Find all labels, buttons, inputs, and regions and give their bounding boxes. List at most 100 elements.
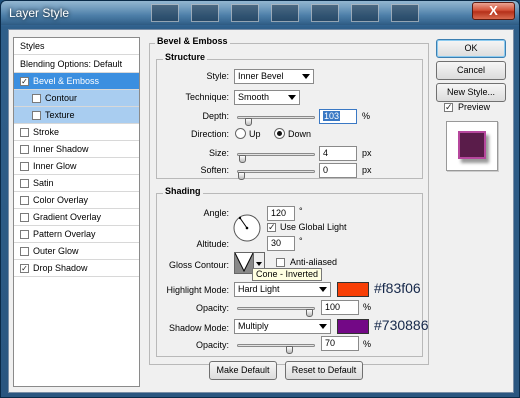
shadow-mode-label: Shadow Mode: — [168, 323, 229, 333]
highlight-opacity-slider-handle[interactable] — [306, 309, 313, 317]
window-title: Layer Style — [9, 6, 70, 20]
altitude-value: 30 — [271, 238, 282, 248]
styles-item-pattern-overlay[interactable]: Pattern Overlay — [14, 226, 139, 243]
styles-item-inner-glow[interactable]: Inner Glow — [14, 158, 139, 175]
size-label: Size: — [208, 148, 229, 158]
depth-input[interactable]: 103 — [319, 109, 357, 124]
altitude-unit: ° — [299, 236, 303, 246]
depth-value: 103 — [323, 111, 341, 121]
close-button[interactable]: X — [472, 2, 515, 20]
cancel-button[interactable]: Cancel — [436, 61, 506, 80]
style-checkbox[interactable] — [20, 247, 29, 256]
shadow-opacity-input[interactable]: 70 — [321, 336, 359, 351]
style-checkbox[interactable] — [20, 230, 29, 239]
styles-item-color-overlay[interactable]: Color Overlay — [14, 192, 139, 209]
angle-label: Angle: — [203, 208, 229, 218]
styles-item-texture[interactable]: Texture — [14, 107, 139, 124]
angle-input[interactable]: 120 — [267, 206, 295, 221]
shadow-mode-select[interactable]: Multiply — [234, 319, 331, 334]
preview-checkbox[interactable]: ✓ — [444, 103, 453, 112]
style-label: Style: — [206, 71, 229, 81]
direction-down-radio[interactable] — [274, 128, 285, 139]
style-checkbox[interactable] — [20, 128, 29, 137]
highlight-mode-select[interactable]: Hard Light — [234, 282, 331, 297]
ok-button[interactable]: OK — [436, 39, 506, 58]
cone-inverted-curve-icon — [234, 252, 254, 273]
style-checkbox[interactable] — [20, 213, 29, 222]
style-checkbox[interactable] — [20, 179, 29, 188]
style-checkbox[interactable]: ✓ — [20, 77, 29, 86]
gloss-contour-preview[interactable] — [234, 252, 254, 274]
reset-to-default-button[interactable]: Reset to Default — [285, 361, 363, 380]
styles-item-label: Gradient Overlay — [33, 212, 102, 222]
angle-value: 120 — [271, 208, 287, 218]
background-thumbnail-icon — [191, 4, 219, 22]
highlight-color-hex: #f83f06 — [374, 280, 421, 296]
preview-swatch — [458, 131, 486, 159]
preview-label: Preview — [458, 102, 491, 112]
chevron-down-icon — [319, 287, 327, 292]
styles-item-contour[interactable]: Contour — [14, 90, 139, 107]
soften-slider[interactable] — [237, 170, 315, 180]
structure-title: Structure — [163, 52, 208, 62]
use-global-light-checkbox[interactable]: ✓ — [267, 223, 276, 232]
highlight-opacity-slider[interactable] — [237, 307, 315, 317]
shadow-mode-value: Multiply — [238, 321, 269, 331]
altitude-input[interactable]: 30 — [267, 236, 295, 251]
direction-down-label: Down — [288, 129, 312, 139]
highlight-color-swatch[interactable] — [337, 282, 369, 297]
shadow-opacity-label: Opacity: — [195, 340, 229, 350]
title-bar[interactable]: Layer Style X — [1, 1, 519, 25]
styles-item-drop-shadow[interactable]: ✓ Drop Shadow — [14, 260, 139, 277]
styles-header[interactable]: Styles — [14, 38, 139, 55]
styles-item-outer-glow[interactable]: Outer Glow — [14, 243, 139, 260]
bevel-emboss-title: Bevel & Emboss — [155, 36, 230, 46]
styles-item-inner-shadow[interactable]: Inner Shadow — [14, 141, 139, 158]
gloss-contour-tooltip: Cone - Inverted — [252, 268, 323, 281]
angle-dial-icon[interactable] — [232, 213, 262, 243]
styles-item-bevel-emboss[interactable]: ✓ Bevel & Emboss — [14, 73, 139, 90]
style-checkbox[interactable] — [32, 94, 41, 103]
technique-select[interactable]: Smooth — [234, 90, 300, 105]
anti-aliased-label: Anti-aliased — [290, 257, 338, 267]
size-input[interactable]: 4 — [319, 146, 357, 161]
size-slider-handle[interactable] — [239, 155, 246, 163]
anti-aliased-checkbox[interactable] — [276, 258, 285, 267]
direction-up-label: Up — [249, 129, 261, 139]
style-checkbox[interactable]: ✓ — [20, 264, 29, 273]
soften-unit: px — [362, 165, 372, 175]
highlight-opacity-input[interactable]: 100 — [321, 300, 359, 315]
chevron-down-icon — [302, 74, 310, 79]
styles-item-blending-options-default[interactable]: Blending Options: Default — [14, 56, 139, 73]
style-checkbox[interactable] — [20, 162, 29, 171]
shadow-opacity-slider-handle[interactable] — [286, 346, 293, 354]
depth-slider-handle[interactable] — [245, 118, 252, 126]
make-default-button[interactable]: Make Default — [209, 361, 277, 380]
new-style-button[interactable]: New Style... — [436, 83, 506, 102]
direction-up-radio[interactable] — [235, 128, 246, 139]
soften-input[interactable]: 0 — [319, 163, 357, 178]
use-global-light-label: Use Global Light — [280, 222, 347, 232]
styles-item-stroke[interactable]: Stroke — [14, 124, 139, 141]
styles-item-gradient-overlay[interactable]: Gradient Overlay — [14, 209, 139, 226]
style-checkbox[interactable] — [20, 196, 29, 205]
styles-item-label: Inner Shadow — [33, 144, 89, 154]
soften-value: 0 — [323, 165, 329, 175]
styles-item-satin[interactable]: Satin — [14, 175, 139, 192]
style-checkbox[interactable] — [20, 145, 29, 154]
depth-slider[interactable] — [237, 116, 315, 126]
size-slider[interactable] — [237, 153, 315, 163]
technique-label: Technique: — [185, 92, 229, 102]
styles-item-label: Satin — [33, 178, 54, 188]
technique-value: Smooth — [238, 92, 270, 102]
shadow-color-swatch[interactable] — [337, 319, 369, 334]
shading-title: Shading — [163, 186, 203, 196]
shadow-opacity-slider[interactable] — [237, 344, 315, 354]
style-select[interactable]: Inner Bevel — [234, 69, 314, 84]
angle-unit: ° — [299, 206, 303, 216]
depth-label: Depth: — [202, 111, 229, 121]
background-thumbnail-icon — [151, 4, 179, 22]
soften-slider-handle[interactable] — [238, 172, 245, 180]
style-checkbox[interactable] — [32, 111, 41, 120]
shadow-opacity-value: 70 — [325, 338, 336, 348]
